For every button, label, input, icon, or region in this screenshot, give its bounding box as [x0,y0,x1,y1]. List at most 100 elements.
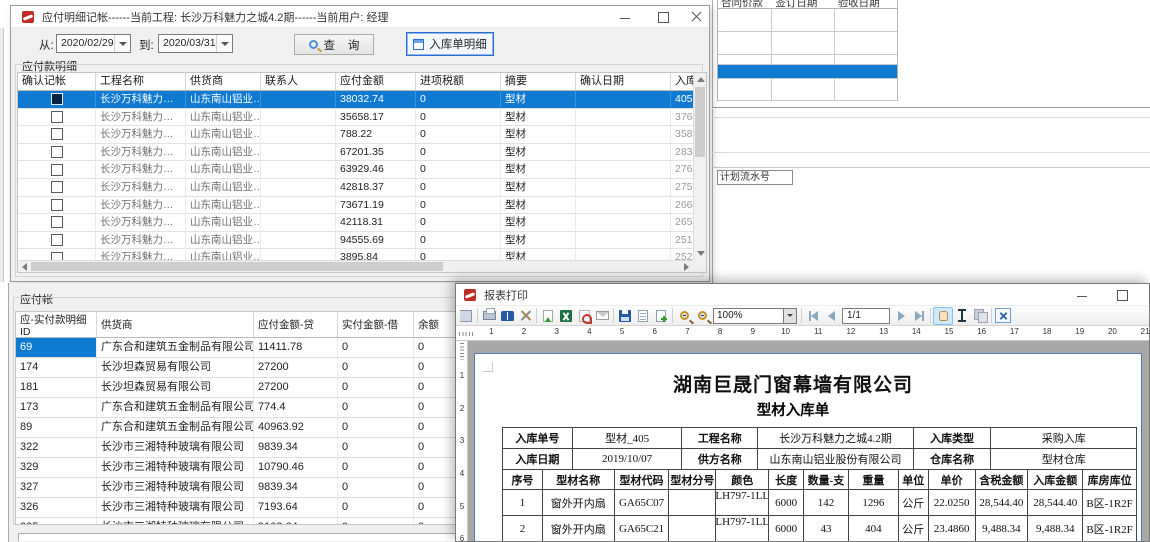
cell: 6000 [769,516,804,541]
confirm-date-cell [576,109,671,126]
table-row[interactable] [718,9,897,32]
export-excel-icon[interactable] [557,307,575,325]
text-select-icon[interactable] [953,307,971,325]
column-header[interactable]: 入库 [671,73,695,90]
window-titlebar[interactable]: 报表打印 [456,284,1149,306]
checkbox[interactable] [51,146,63,158]
supplier-cell: 广东合和建筑五金制品有限公司 [97,398,254,417]
to-label: 到: [139,37,154,53]
zoom-out-icon[interactable] [693,307,711,325]
table-row[interactable] [718,79,897,101]
table-row[interactable]: 长沙万科魅力… 山东南山铝业… 42118.31 0 型材 265 [18,214,695,232]
close-icon[interactable] [682,8,710,26]
column-header[interactable]: 进项税额 [416,73,501,90]
column-header[interactable]: 供货商 [186,73,261,90]
report-column-headers: 序号 型材名称 型材代码 型材分号 颜色 长度 数量-支 重量 单位 单价 含税… [503,470,1136,490]
scroll-left-icon[interactable] [22,263,27,271]
table-row[interactable]: 长沙万科魅力… 山东南山铝业… 35658.17 0 型材 376 [18,109,695,127]
ruler-number: 15 [933,327,966,336]
query-button[interactable]: 查 询 [294,34,374,55]
previous-page-icon[interactable] [822,307,840,325]
scrollbar-thumb[interactable] [31,262,443,271]
table-row[interactable] [718,32,897,55]
checkbox[interactable] [51,181,63,193]
column-header[interactable]: 摘要 [501,73,576,90]
page-number-field[interactable]: 1/1 [842,308,890,324]
send-mail-icon[interactable] [593,307,611,325]
column-header[interactable]: 联系人 [261,73,336,90]
contact-cell [261,161,336,178]
copy-icon[interactable] [971,307,989,325]
checkbox[interactable] [51,234,63,246]
confirm-cell [18,91,96,108]
next-page-icon[interactable] [892,307,910,325]
payables-window: 应付帐 应-实付款明细ID 供货商 应付金额-贷 实付金额-借 余额 69 广东… [8,283,458,542]
save-icon[interactable] [616,307,634,325]
column-header[interactable]: 确认日期 [576,73,671,90]
to-date-combobox[interactable]: 2020/03/31 [158,34,233,53]
cell: 9,488.34 [976,516,1029,541]
column-header[interactable]: 应付金额-贷 [254,312,338,337]
checkbox[interactable] [51,164,63,176]
scroll-right-icon[interactable] [684,263,689,271]
vertical-scrollbar[interactable] [693,73,706,260]
multi-page-icon[interactable] [652,307,670,325]
table-row[interactable]: 长沙万科魅力… 山东南山铝业… 94555.69 0 型材 251 [18,232,695,250]
scroll-up-icon[interactable] [697,77,705,82]
column-header[interactable]: 应-实付款明细ID [16,312,97,337]
cell: 43 [804,516,849,541]
confirm-date-cell [576,91,671,108]
checkbox[interactable] [51,93,63,105]
print-options-icon[interactable] [516,307,534,325]
single-page-icon[interactable] [634,307,652,325]
chevron-down-icon[interactable] [114,35,130,52]
chevron-down-icon[interactable] [783,309,796,323]
maximize-icon[interactable] [1108,286,1136,304]
paid-cell: 0 [338,518,414,525]
checkbox[interactable] [51,216,63,228]
inbound-cell: 276 [671,161,695,178]
from-date-combobox[interactable]: 2020/02/29 [56,34,131,53]
maximize-icon[interactable] [649,8,677,26]
last-page-icon[interactable] [910,307,928,325]
minimize-icon[interactable] [1068,286,1096,304]
page-setup-icon[interactable] [498,307,516,325]
panel-toggle-icon[interactable] [457,307,475,325]
table-row[interactable] [718,55,897,65]
close-icon[interactable] [1142,286,1150,304]
scrollbar-thumb[interactable] [695,87,705,157]
horizontal-scrollbar[interactable] [18,260,693,272]
table-row[interactable]: 长沙万科魅力… 山东南山铝业… 42818.37 0 型材 275 [18,179,695,197]
table-row[interactable]: 长沙万科魅力… 山东南山铝业… 788.22 0 型材 358 [18,126,695,144]
print-icon[interactable] [480,307,498,325]
zoom-in-icon[interactable] [675,307,693,325]
first-page-icon[interactable] [804,307,822,325]
zoom-combobox[interactable]: 100% [713,308,797,324]
table-row[interactable]: 长沙万科魅力… 山东南山铝业… 38032.74 0 型材 405 [18,91,695,109]
checkbox[interactable] [51,199,63,211]
export-pdf-icon[interactable] [575,307,593,325]
print-preview-area[interactable]: 湖南巨晟门窗幕墙有限公司 型材入库单 入库单号 型材_405 工程名称 长沙万科… [468,341,1149,541]
column-header[interactable]: 应付金额 [336,73,416,90]
table-row[interactable]: 长沙万科魅力… 山东南山铝业… 67201.35 0 型材 283 [18,144,695,162]
column-header[interactable]: 实付金额-借 [338,312,414,337]
info-value: 2019/10/07 [573,449,683,469]
checkbox[interactable] [51,128,63,140]
hand-tool-icon[interactable] [933,307,953,325]
close-preview-icon[interactable] [994,307,1012,325]
column-header[interactable]: 工程名称 [96,73,186,90]
checkbox[interactable] [51,111,63,123]
contact-cell [261,179,336,196]
column-header[interactable]: 供货商 [97,312,254,337]
dialog-titlebar[interactable]: 应付明细记帐------当前工程: 长沙万科魅力之城4.2期------当前用户… [11,6,709,28]
chevron-down-icon[interactable] [216,35,232,52]
table-row[interactable]: 长沙万科魅力… 山东南山铝业… 63929.46 0 型材 276 [18,161,695,179]
supplier-cell: 长沙市三湘特种玻璃有限公司 [97,518,254,525]
table-row[interactable]: 长沙万科魅力… 山东南山铝业… 73671.19 0 型材 266 [18,197,695,215]
table-row[interactable] [718,65,897,79]
inbound-detail-button[interactable]: 入库单明细 [406,32,494,56]
export-icon[interactable] [539,307,557,325]
scroll-down-icon[interactable] [697,251,705,256]
column-header[interactable]: 确认记帐 [18,73,96,90]
minimize-icon[interactable] [611,8,639,26]
